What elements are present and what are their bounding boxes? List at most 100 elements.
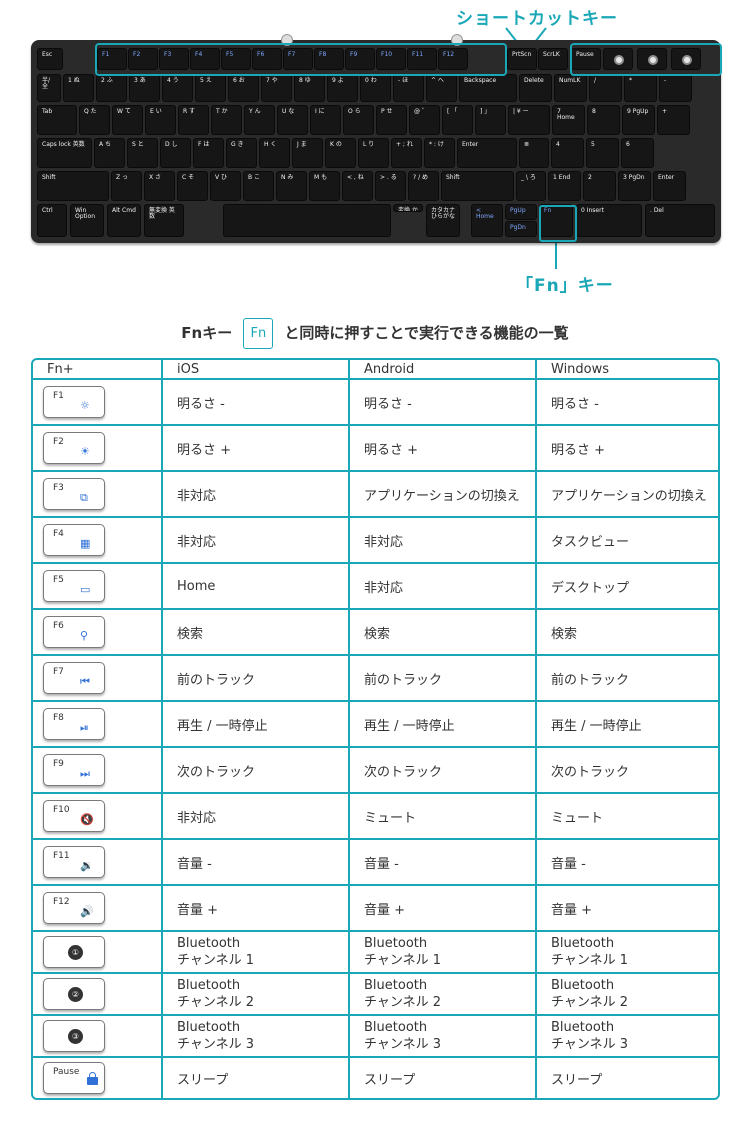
cell-windows: 明るさ - (537, 380, 718, 426)
cell-ios: 再生 / 一時停止 (163, 702, 350, 748)
keyboard-key: * (624, 74, 657, 102)
cell-windows: タスクビュー (537, 518, 718, 564)
keycap-label: F6 (53, 621, 64, 631)
keyboard-key: S と (127, 138, 158, 168)
keycap-label: F3 (53, 483, 64, 493)
keycap: F10 🔇 (43, 800, 105, 832)
function-icon: ⚲ (80, 629, 89, 642)
table-row: F5 ▭ Home 非対応 デスクトップ (33, 564, 718, 610)
keyboard-key: 4 (551, 138, 584, 168)
cell-android: 検索 (350, 610, 537, 656)
lock-icon (87, 1072, 98, 1085)
keyboard-key: 変換 かな (393, 204, 423, 212)
keyboard-key: Shift (441, 171, 514, 201)
key-cell: F10 🔇 (33, 794, 163, 840)
keyboard-key: U な (277, 105, 308, 135)
keycap-label: F11 (53, 851, 70, 861)
keyboard-key: Backspace (459, 74, 517, 102)
cell-android: 明るさ + (350, 426, 537, 472)
keycap-label: F10 (53, 805, 70, 815)
keycap-label: F5 (53, 575, 64, 585)
shortcut-key-callout: ショートカットキー (456, 9, 618, 29)
keyboard-illustration: Esc F1 F2 F3 F4 F5 F6 F7 F8 F9 F10 F11 F12 PrtScn ScrL… (31, 34, 722, 243)
cell-android: Bluetooth チャンネル 3 (350, 1016, 537, 1058)
header-ios: iOS (163, 360, 350, 380)
keycap: ① (43, 936, 105, 968)
cell-windows: 明るさ + (537, 426, 718, 472)
cell-windows: Bluetooth チャンネル 1 (537, 932, 718, 974)
keyboard-key: 無変換 英数 (144, 204, 184, 237)
keycap-label: F1 (53, 391, 64, 401)
cell-android: 非対応 (350, 564, 537, 610)
keyboard-key: @ ゛ (409, 105, 440, 135)
key-cell: ① (33, 932, 163, 974)
keyboard-key: < Home (471, 204, 503, 237)
keyboard-key: Enter (653, 171, 686, 201)
keyboard-key: < , ね (342, 171, 373, 201)
cell-ios: Bluetooth チャンネル 3 (163, 1016, 350, 1058)
table-row: F2 ☀ 明るさ + 明るさ + 明るさ + (33, 426, 718, 472)
keyboard-key: / (589, 74, 622, 102)
cell-ios: Bluetooth チャンネル 1 (163, 932, 350, 974)
cell-android: スリープ (350, 1058, 537, 1098)
keyboard-key: PgDn (505, 221, 537, 237)
key-cell: F7 ⏮ (33, 656, 163, 702)
keyboard-key: Z っ (111, 171, 142, 201)
keyboard-key: ] 」 (475, 105, 506, 135)
keyboard-key: P せ (376, 105, 407, 135)
keyboard-key: J ま (292, 138, 323, 168)
keyboard-key: H く (259, 138, 290, 168)
shortcut-keys-highlight (95, 43, 507, 76)
cell-android: Bluetooth チャンネル 1 (350, 932, 537, 974)
function-icon: ☀ (80, 445, 90, 458)
keyboard-key: Ctrl (37, 204, 67, 237)
table-row: F6 ⚲ 検索 検索 検索 (33, 610, 718, 656)
keyboard-key: Delete (519, 74, 552, 102)
keyboard-key: 5 え (195, 74, 226, 102)
table-row: F1 ☼ 明るさ - 明るさ - 明るさ - (33, 380, 718, 426)
cell-android: 音量 - (350, 840, 537, 886)
table-row: ③ Bluetooth チャンネル 3 Bluetooth チャンネル 3 Bluet… (33, 1016, 718, 1058)
keyboard-key: 5 (586, 138, 619, 168)
key-cell: F12 🔊 (33, 886, 163, 932)
function-icon: ☼ (80, 399, 90, 412)
cell-ios: Bluetooth チャンネル 2 (163, 974, 350, 1016)
keycap-label: F8 (53, 713, 64, 723)
keyboard-key: V ひ (210, 171, 241, 201)
keyboard-key: X さ (144, 171, 175, 201)
fn-badge: Fn (243, 318, 274, 349)
keycap: ② (43, 978, 105, 1010)
keyboard-key: + ; れ (391, 138, 422, 168)
keyboard-key: 半/全 (37, 74, 61, 102)
key-cell: F5 ▭ (33, 564, 163, 610)
keyboard-key: 1 End (548, 171, 581, 201)
cell-ios: 明るさ + (163, 426, 350, 472)
keyboard-key: PrtScn (507, 48, 537, 70)
title-suffix: と同時に押すことで実行できる機能の一覧 (284, 324, 569, 342)
keycap: F9 ⏭ (43, 754, 105, 786)
cell-windows: 前のトラック (537, 656, 718, 702)
key-cell: ② (33, 974, 163, 1016)
key-cell: F2 ☀ (33, 426, 163, 472)
callout-line-fn (555, 241, 557, 269)
cell-android: アプリケーションの切換え (350, 472, 537, 518)
cell-ios: 次のトラック (163, 748, 350, 794)
keycap: F2 ☀ (43, 432, 105, 464)
cell-windows: 音量 - (537, 840, 718, 886)
keyboard-key: ScrLK (538, 48, 568, 70)
cell-windows: 再生 / 一時停止 (537, 702, 718, 748)
keyboard-key: 7 や (261, 74, 292, 102)
keyboard-key: 6 (621, 138, 654, 168)
keyboard-key: R す (178, 105, 209, 135)
keyboard-key: 6 お (228, 74, 259, 102)
table-header-row: Fn+ iOS Android Windows (33, 360, 718, 380)
header-android: Android (350, 360, 537, 380)
keycap: Pause (43, 1062, 105, 1094)
keyboard-key: L り (358, 138, 389, 168)
keyboard-key: Caps lock 英数 (37, 138, 92, 168)
cell-windows: 次のトラック (537, 748, 718, 794)
table-row: F4 ▦ 非対応 非対応 タスクビュー (33, 518, 718, 564)
keyboard-key: 2 ふ (96, 74, 127, 102)
keycap: F7 ⏮ (43, 662, 105, 694)
bluetooth-channel-icon: ① (68, 945, 83, 960)
